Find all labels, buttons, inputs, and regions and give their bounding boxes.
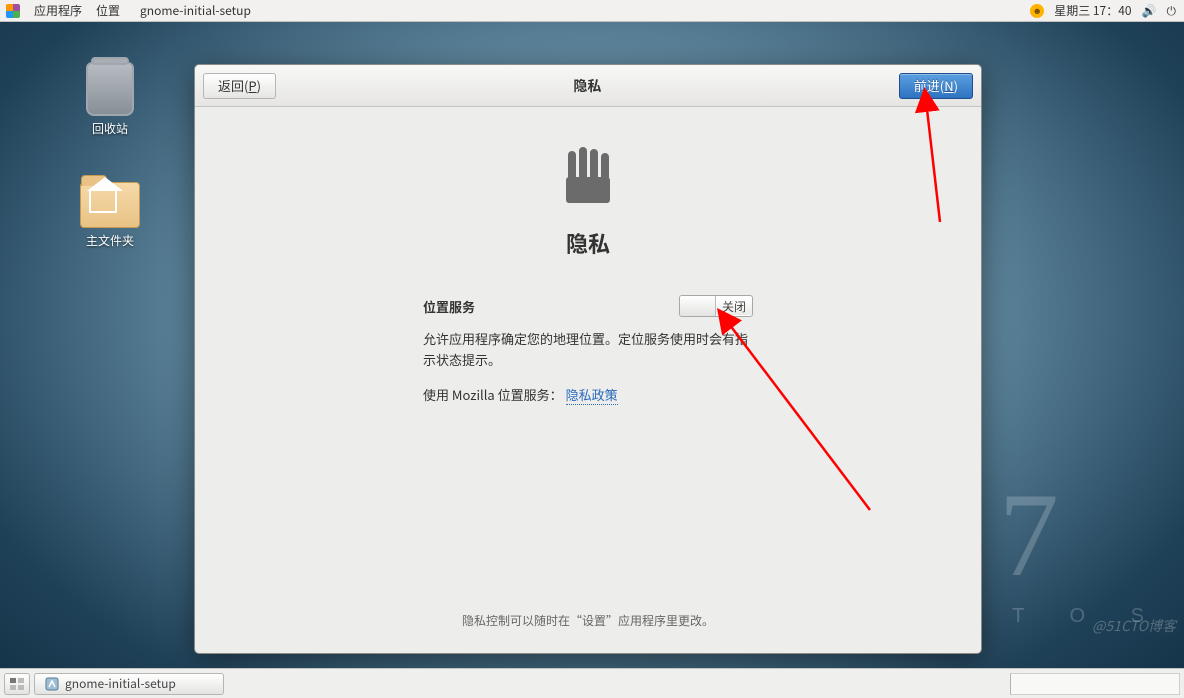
menu-places[interactable]: 位置 — [96, 2, 120, 19]
show-desktop-button[interactable] — [4, 673, 30, 695]
desktop-icon-trash[interactable]: 回收站 — [70, 62, 150, 137]
trash-icon — [86, 62, 134, 116]
location-service-description: 允许应用程序确定您的地理位置。定位服务使用时会有指示状态提示。 — [423, 329, 753, 371]
back-button[interactable]: 返回(P) — [203, 73, 276, 99]
privacy-policy-link[interactable]: 隐私政策 — [566, 385, 618, 405]
centos-logo-icon — [6, 4, 20, 18]
menu-applications[interactable]: 应用程序 — [34, 2, 82, 19]
taskbar-task-label: gnome-initial-setup — [65, 675, 176, 692]
switch-state: 关闭 — [716, 298, 752, 315]
privacy-hand-icon — [552, 137, 624, 209]
workspaces-icon — [10, 678, 24, 690]
location-service-label: 位置服务 — [423, 297, 475, 316]
location-service-switch[interactable]: 关闭 — [679, 295, 753, 317]
dialog-title: 隐私 — [276, 76, 899, 96]
top-panel: 应用程序 位置 gnome-initial-setup ☻ 星期三 17：40 … — [0, 0, 1184, 22]
clock[interactable]: 星期三 17：40 — [1054, 2, 1131, 19]
notification-icon[interactable]: ☻ — [1030, 4, 1044, 18]
taskbar-tray[interactable] — [1010, 673, 1180, 695]
panel-app-title: gnome-initial-setup — [140, 2, 251, 19]
dialog-heading: 隐私 — [566, 227, 610, 259]
watermark: @51CTO博客 — [1092, 616, 1176, 636]
desktop-icon-label: 回收站 — [70, 120, 150, 137]
switch-knob — [680, 296, 716, 316]
policy-line: 使用 Mozilla 位置服务： 隐私政策 — [423, 385, 753, 404]
dialog-titlebar: 返回(P) 隐私 前进(N) — [195, 65, 981, 107]
home-folder-icon — [80, 182, 140, 228]
initial-setup-dialog: 返回(P) 隐私 前进(N) 隐私 — [194, 64, 982, 654]
desktop-icon-label: 主文件夹 — [70, 232, 150, 249]
desktop-icon-home[interactable]: 主文件夹 — [70, 182, 150, 249]
location-service-row: 位置服务 关闭 — [423, 295, 753, 317]
dialog-footer-note: 隐私控制可以随时在“设置”应用程序里更改。 — [462, 592, 714, 653]
volume-icon[interactable]: 🔊 — [1142, 2, 1157, 19]
taskbar: gnome-initial-setup — [0, 668, 1184, 698]
next-button[interactable]: 前进(N) — [899, 73, 973, 99]
app-icon — [45, 677, 59, 691]
power-icon[interactable]: ⏻ — [1167, 2, 1177, 19]
desktop-background: 回收站 主文件夹 7 E N T O S 返回(P) 隐私 前进(N) — [0, 22, 1184, 668]
taskbar-task[interactable]: gnome-initial-setup — [34, 673, 224, 695]
dialog-body: 隐私 位置服务 关闭 允许应用程序确定您的地理位置。定位服务使用时会有指示状态提… — [195, 107, 981, 653]
